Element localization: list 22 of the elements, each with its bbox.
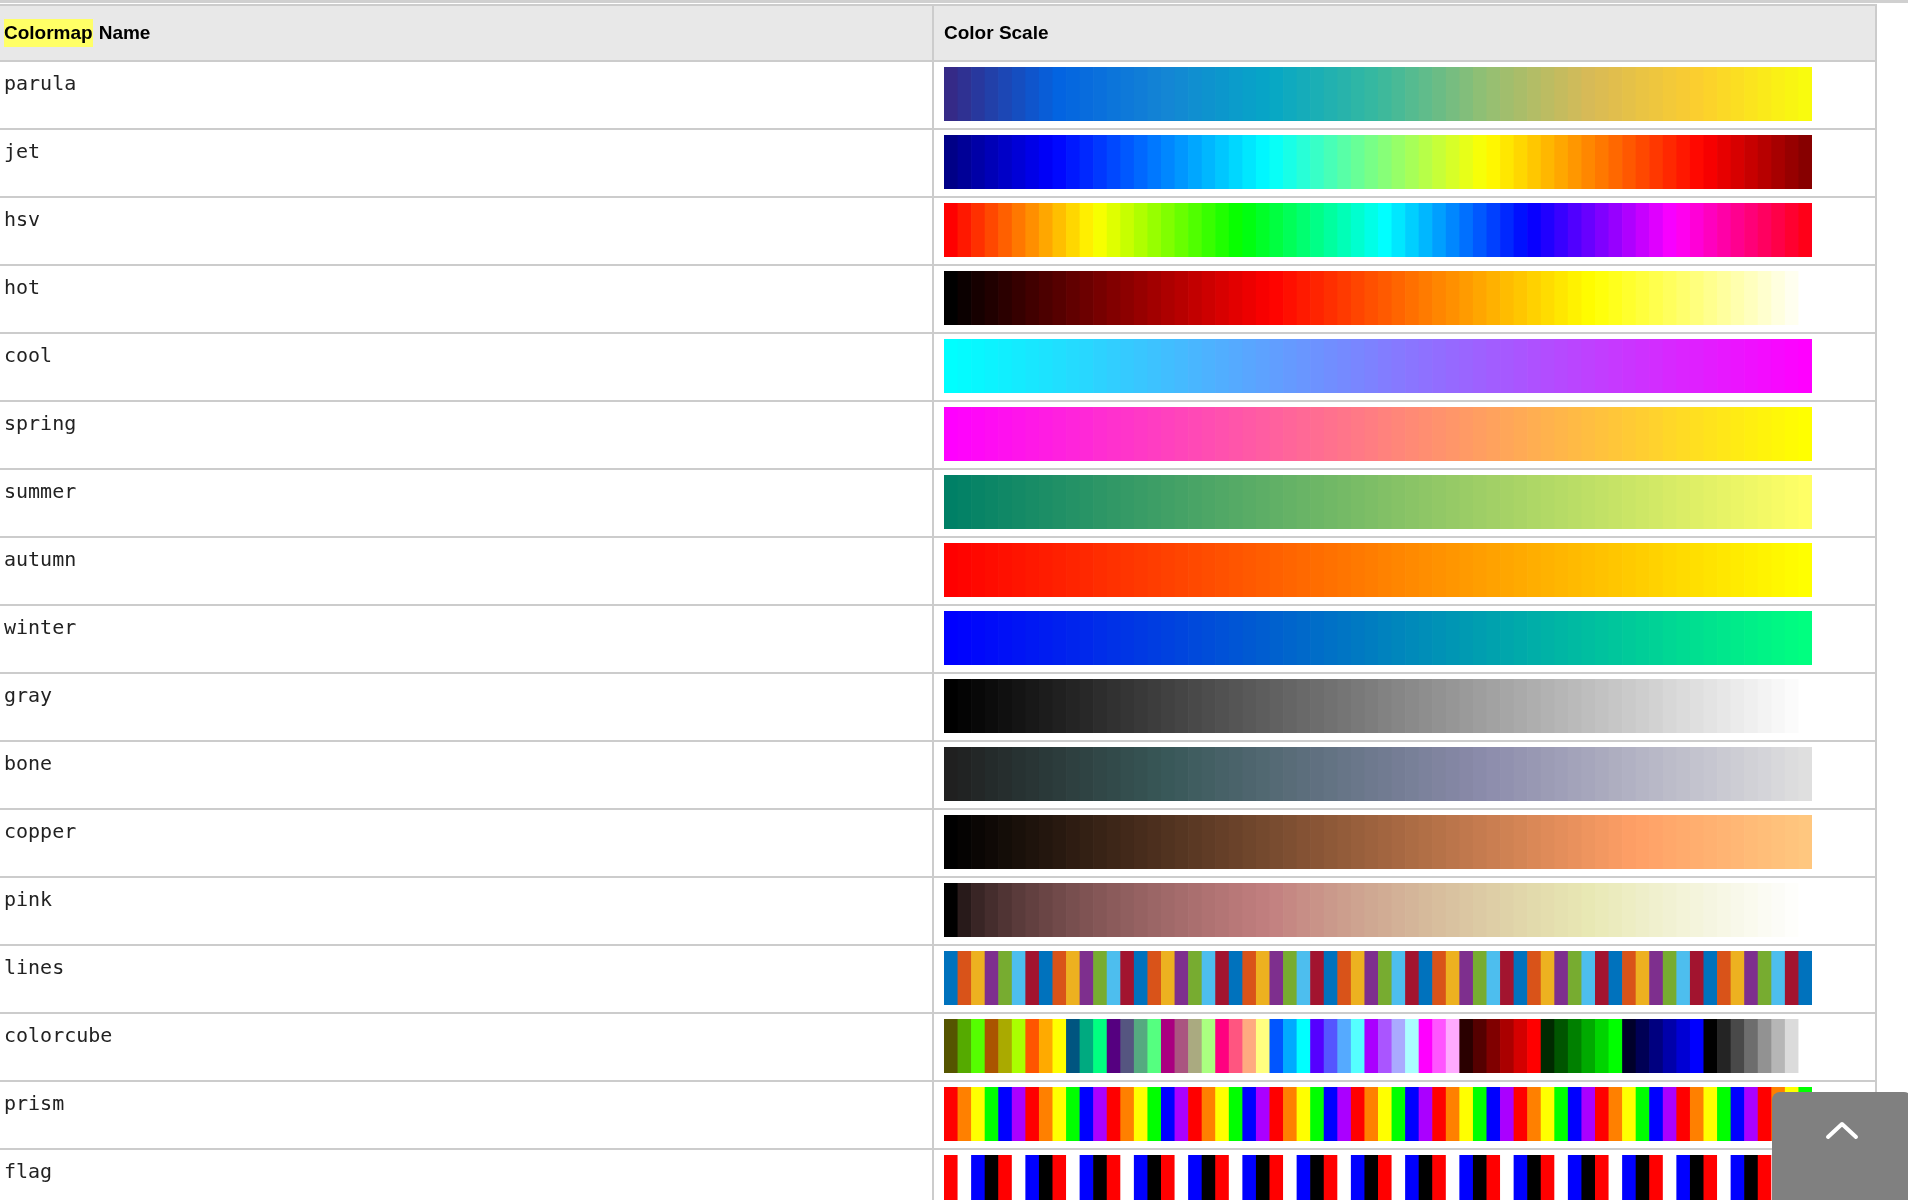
header-text: Color Scale	[944, 20, 1049, 45]
colormap-name: bone	[4, 751, 53, 775]
header-text: Name	[98, 20, 151, 45]
colormap-name: gray	[4, 683, 53, 707]
colormap-name: jet	[4, 139, 41, 163]
colormap-name: colorcube	[4, 1023, 113, 1047]
colormap-name: hot	[4, 275, 41, 299]
chevron-up-icon	[1825, 1120, 1859, 1140]
colormap-name: parula	[4, 71, 77, 95]
colormap-name: flag	[4, 1159, 53, 1183]
colormap-name: copper	[4, 819, 77, 843]
colormap-name: prism	[4, 1091, 65, 1115]
colormap-name: cool	[4, 343, 53, 367]
colormap-name: autumn	[4, 547, 77, 571]
highlighted-text: Colormap	[4, 18, 93, 48]
colormap-name: spring	[4, 411, 77, 435]
colormap-name: hsv	[4, 207, 41, 231]
colormap-name: pink	[4, 887, 53, 911]
colormap-name: lines	[4, 955, 65, 979]
colormap-name: summer	[4, 479, 77, 503]
back-to-top-button[interactable]	[1772, 1092, 1908, 1200]
colormap-name: winter	[4, 615, 77, 639]
